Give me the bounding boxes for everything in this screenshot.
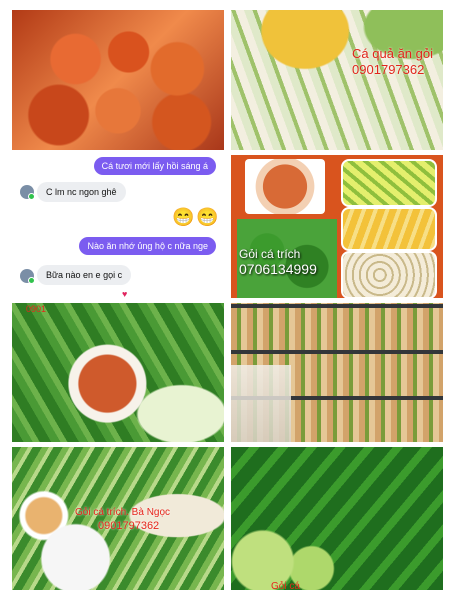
heart-reaction-icon: ♥: [122, 289, 128, 298]
tray-sliced-banana: [341, 251, 437, 298]
outgoing-message: Nào ăn nhớ ủng hộ c nữa nge: [79, 237, 216, 255]
photo-bagged-fish: [12, 10, 224, 150]
chat-screenshot: Cá tươi mới lấy hồi sáng á C lm nc ngon …: [12, 155, 224, 298]
photo-salad-ingredients: Cá quả ăn gỏi 0901797362: [231, 10, 443, 150]
tray-green-mango: [341, 159, 437, 207]
tray-yellow-mango: [341, 207, 437, 251]
grin-emoji: 😁: [172, 207, 195, 227]
caption-title: Gỏi cá trích: [239, 247, 301, 261]
caption-phone: 0901797362: [98, 520, 160, 532]
incoming-message: C lm nc ngon ghê: [37, 182, 126, 202]
photo-fish-salad-platter: Gỏi cá trích. Bà Ngọc 0901797362: [12, 447, 224, 590]
caption-phone: 0901797362: [352, 62, 425, 77]
outgoing-message: Cá tươi mới lấy hồi sáng á: [93, 157, 216, 175]
photo-caption: Cá quả ăn gỏi 0901797362: [352, 46, 433, 78]
photo-salad-trays: Gỏi cá trích 0706134999: [231, 155, 443, 298]
caption-title: Gỏi cá trích. Bà Ngọc: [75, 507, 171, 518]
grin-emoji: 😁: [196, 207, 219, 227]
sauce-bowl: [245, 159, 325, 214]
photo-vegetables: Gỏi cá: [231, 447, 443, 590]
caption-phone: 0706134999: [239, 261, 317, 277]
photo-tag: 0901: [26, 304, 47, 314]
avatar: [20, 269, 35, 284]
incoming-message: Bữa nào en e gọi c: [37, 265, 132, 285]
photo-sauce-herbs: 0901: [12, 303, 224, 442]
caption-line: Cá quả ăn gỏi: [352, 46, 433, 61]
avatar: [20, 185, 35, 200]
plastic-bag: [231, 365, 291, 442]
photo-takeout-containers: [231, 303, 443, 442]
caption-title: Gỏi cá: [271, 581, 300, 590]
